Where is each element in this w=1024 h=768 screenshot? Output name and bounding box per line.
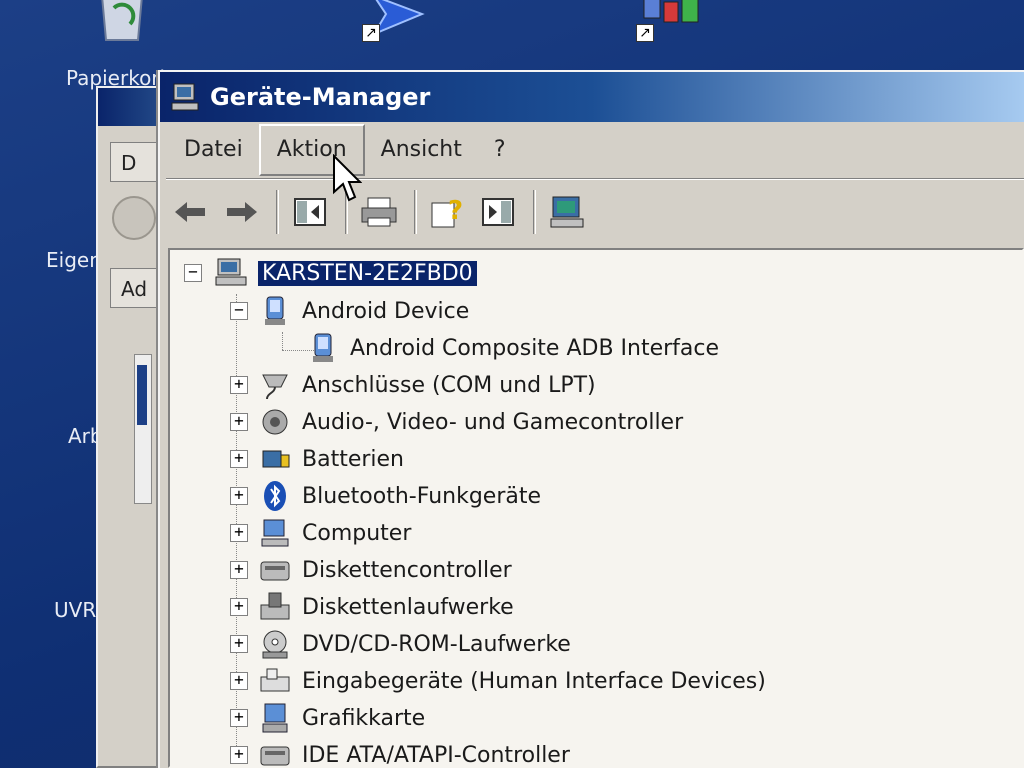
android-device-icon: [258, 294, 292, 328]
desktop-label-eigene: Eigen: [46, 248, 102, 272]
tree-item[interactable]: Bluetooth-Funkgeräte: [258, 479, 541, 513]
expand-toggle[interactable]: +: [230, 450, 248, 468]
device-tree-pane: − KARSTEN-2E2FBD0 − Android Device Android…: [168, 248, 1024, 768]
help-icon[interactable]: ?: [425, 189, 471, 235]
tree-item-label: Android Device: [302, 298, 470, 324]
console-tree-icon[interactable]: [287, 189, 333, 235]
menubar: Datei Aktion Ansicht ?: [168, 124, 1024, 176]
tree-item[interactable]: Grafikkarte: [258, 701, 425, 735]
menu-ansicht[interactable]: Ansicht: [365, 124, 478, 176]
tree-item[interactable]: Android Composite ADB Interface: [306, 331, 719, 365]
menu-datei[interactable]: Datei: [168, 124, 259, 176]
port-icon: [258, 368, 292, 402]
tree-item[interactable]: IDE ATA/ATAPI-Controller: [258, 738, 570, 768]
computer-root-icon: [214, 256, 248, 290]
scan-hardware-icon[interactable]: [544, 189, 590, 235]
tree-item[interactable]: Diskettencontroller: [258, 553, 512, 587]
toolbar-separator: [276, 190, 279, 234]
action-pane-icon[interactable]: [475, 189, 521, 235]
back-icon[interactable]: [168, 189, 214, 235]
mouse-cursor-icon: [333, 154, 362, 202]
tree-item-label: Diskettencontroller: [302, 557, 512, 583]
ide-controller-icon: [258, 738, 292, 768]
tree-item[interactable]: DVD/CD-ROM-Laufwerke: [258, 627, 571, 661]
expand-toggle[interactable]: +: [230, 561, 248, 579]
menu-help[interactable]: ?: [478, 124, 522, 176]
tree-item-label: Diskettenlaufwerke: [302, 594, 514, 620]
tree-item-label: Android Composite ADB Interface: [350, 335, 720, 361]
floppy-controller-icon: [258, 553, 292, 587]
floppy-drive-icon: [258, 590, 292, 624]
background-window-circle-icon: [112, 196, 156, 240]
device-manager-window: Geräte-Manager Datei Aktion Ansicht ? ?: [158, 70, 1024, 768]
battery-icon: [258, 442, 292, 476]
tree-item-label: Batterien: [302, 446, 404, 472]
svg-text:?: ?: [448, 196, 463, 226]
expand-toggle[interactable]: +: [230, 746, 248, 764]
expand-toggle[interactable]: +: [230, 413, 248, 431]
tree-root[interactable]: KARSTEN-2E2FBD0: [214, 256, 477, 290]
collapse-toggle[interactable]: −: [230, 302, 248, 320]
tree-item[interactable]: Diskettenlaufwerke: [258, 590, 514, 624]
bluetooth-icon: [258, 479, 292, 513]
expand-toggle[interactable]: +: [230, 672, 248, 690]
device-manager-icon: [170, 81, 202, 113]
tree-item[interactable]: Anschlüsse (COM und LPT): [258, 368, 596, 402]
titlebar[interactable]: Geräte-Manager: [160, 72, 1024, 122]
tree-item[interactable]: Computer: [258, 516, 411, 550]
toolbar: ?: [168, 184, 1024, 240]
tree-item-label: DVD/CD-ROM-Laufwerke: [302, 631, 571, 657]
shortcut-overlay-icon: ↗: [636, 24, 654, 42]
tree-item[interactable]: Eingabegeräte (Human Interface Devices): [258, 664, 766, 698]
recycle-bin-icon[interactable]: [92, 0, 152, 44]
background-window-scrollbar[interactable]: [134, 354, 152, 504]
computer-icon: [258, 516, 292, 550]
tree-item-label: Eingabegeräte (Human Interface Devices): [302, 668, 766, 694]
print-icon[interactable]: [356, 189, 402, 235]
expand-toggle[interactable]: +: [230, 376, 248, 394]
device-tree: − KARSTEN-2E2FBD0 − Android Device Android…: [170, 250, 1022, 768]
tree-item-label: Audio-, Video- und Gamecontroller: [302, 409, 684, 435]
tree-item[interactable]: Audio-, Video- und Gamecontroller: [258, 405, 683, 439]
tree-item[interactable]: Batterien: [258, 442, 404, 476]
shortcut-overlay-icon: ↗: [362, 24, 380, 42]
tree-item-label: Anschlüsse (COM und LPT): [302, 372, 596, 398]
tree-item-label: Bluetooth-Funkgeräte: [302, 483, 542, 509]
expand-toggle[interactable]: +: [230, 635, 248, 653]
display-adapter-icon: [258, 701, 292, 735]
speaker-icon: [258, 405, 292, 439]
expand-toggle[interactable]: +: [230, 524, 248, 542]
cdrom-icon: [258, 627, 292, 661]
hid-icon: [258, 664, 292, 698]
tree-item-label: Grafikkarte: [302, 705, 426, 731]
computer-name: KARSTEN-2E2FBD0: [258, 260, 477, 286]
expand-toggle[interactable]: +: [230, 709, 248, 727]
adb-interface-icon: [306, 331, 340, 365]
tree-item-label: IDE ATA/ATAPI-Controller: [302, 742, 570, 768]
menubar-separator: [166, 178, 1024, 180]
collapse-toggle[interactable]: −: [184, 264, 202, 282]
expand-toggle[interactable]: +: [230, 487, 248, 505]
expand-toggle[interactable]: +: [230, 598, 248, 616]
tree-item[interactable]: Android Device: [258, 294, 469, 328]
toolbar-separator: [414, 190, 417, 234]
window-title: Geräte-Manager: [210, 83, 431, 111]
tree-line: [282, 332, 283, 350]
forward-icon[interactable]: [218, 189, 264, 235]
toolbar-separator: [533, 190, 536, 234]
tree-item-label: Computer: [302, 520, 412, 546]
